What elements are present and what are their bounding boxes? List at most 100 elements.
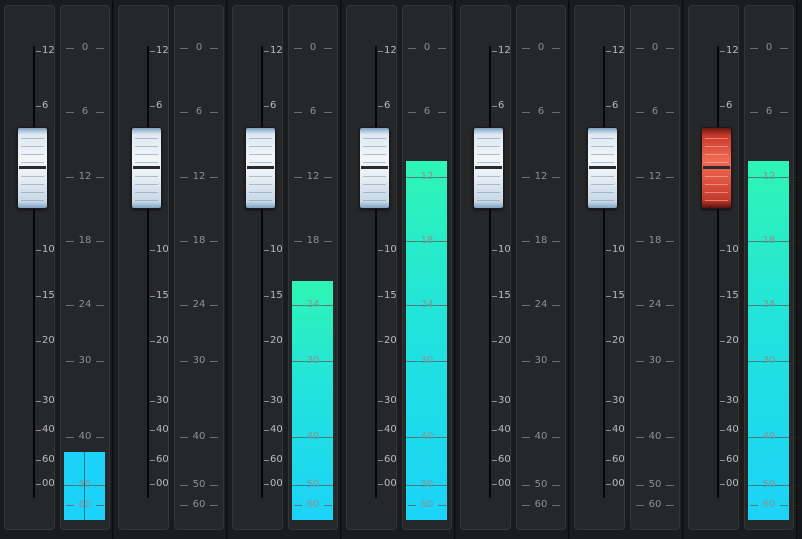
meter-scale-label: 6 bbox=[309, 106, 317, 117]
fader-track[interactable] bbox=[717, 46, 719, 498]
fader-track[interactable] bbox=[147, 46, 149, 498]
meter-scale-tick bbox=[438, 48, 446, 49]
meter-scale-tick bbox=[294, 177, 302, 178]
fader-scale-label: 12 bbox=[612, 45, 625, 56]
fader-scale-label: 00 bbox=[270, 478, 283, 489]
fader-scale-tick bbox=[36, 106, 41, 107]
channel-strip: 12605101520304060000612182430405060 bbox=[114, 0, 227, 539]
meter-scale-label: 50 bbox=[78, 479, 92, 490]
fader-cap-groove bbox=[477, 154, 500, 155]
meter-scale-label: 24 bbox=[762, 299, 776, 310]
meter-scale-tick bbox=[324, 48, 332, 49]
fader-cap-groove bbox=[477, 138, 500, 139]
fader-cap-groove bbox=[477, 200, 500, 201]
fader-panel: 1260510152030406000 bbox=[232, 5, 283, 530]
meter-scale-label: 12 bbox=[420, 171, 434, 182]
fader-scale-tick bbox=[150, 401, 155, 402]
fader-scale-tick bbox=[720, 106, 725, 107]
meter-scale-tick bbox=[750, 177, 758, 178]
meter-scale-label: 24 bbox=[648, 299, 662, 310]
fader-scale-label: 40 bbox=[270, 424, 283, 435]
fader-scale-tick bbox=[492, 401, 497, 402]
fader-track[interactable] bbox=[375, 46, 377, 498]
meter-scale-tick bbox=[324, 437, 332, 438]
fader-cap-groove bbox=[363, 192, 386, 193]
meter-scale-label: 60 bbox=[306, 499, 320, 510]
fader-track[interactable] bbox=[603, 46, 605, 498]
meter-scale-tick bbox=[438, 177, 446, 178]
meter-scale-label: 24 bbox=[78, 299, 92, 310]
meter-scale-tick bbox=[408, 112, 416, 113]
meter-scale-tick bbox=[324, 177, 332, 178]
fader-scale-label: 6 bbox=[270, 100, 277, 111]
fader-handle-icon[interactable] bbox=[245, 127, 276, 209]
fader-cap-groove bbox=[477, 184, 500, 185]
meter-level-bar bbox=[748, 161, 789, 520]
fader-handle-icon[interactable] bbox=[701, 127, 732, 209]
fader-cap-center-line bbox=[133, 166, 160, 169]
meter-scale-label: 24 bbox=[534, 299, 548, 310]
fader-scale-tick bbox=[150, 296, 155, 297]
fader-cap-center-line bbox=[361, 166, 388, 169]
fader-scale-tick bbox=[264, 250, 269, 251]
meter-scale-tick bbox=[636, 112, 644, 113]
channel-strip: 12605101520304060000612182430405060 bbox=[228, 0, 341, 539]
level-meter: 0 6 12 18 24 30 40 50 60 bbox=[288, 5, 338, 530]
meter-scale-tick bbox=[180, 305, 188, 306]
fader-scale-label: 10 bbox=[270, 244, 283, 255]
meter-scale-tick bbox=[636, 361, 644, 362]
fader-scale-label: 6 bbox=[384, 100, 391, 111]
fader-cap-groove bbox=[477, 176, 500, 177]
meter-scale-tick bbox=[666, 177, 674, 178]
fader-handle-icon[interactable] bbox=[359, 127, 390, 209]
meter-scale-tick bbox=[324, 485, 332, 486]
fader-cap-groove bbox=[591, 138, 614, 139]
fader-cap-groove bbox=[591, 184, 614, 185]
meter-scale-tick bbox=[636, 177, 644, 178]
fader-scale-tick bbox=[378, 460, 383, 461]
meter-scale-tick bbox=[438, 361, 446, 362]
fader-handle-icon[interactable] bbox=[473, 127, 504, 209]
fader-scale-label: 30 bbox=[612, 395, 625, 406]
meter-scale-label: 50 bbox=[192, 479, 206, 490]
fader-scale-label: 10 bbox=[498, 244, 511, 255]
fader-scale-label: 10 bbox=[726, 244, 739, 255]
fader-track[interactable] bbox=[489, 46, 491, 498]
fader-track[interactable] bbox=[261, 46, 263, 498]
fader-handle-icon[interactable] bbox=[131, 127, 162, 209]
fader-scale-label: 60 bbox=[498, 454, 511, 465]
fader-panel: 1260510152030406000 bbox=[460, 5, 511, 530]
meter-scale-tick bbox=[408, 485, 416, 486]
meter-scale-label: 0 bbox=[651, 42, 659, 53]
meter-scale-tick bbox=[210, 177, 218, 178]
fader-scale-tick bbox=[606, 430, 611, 431]
meter-scale-tick bbox=[96, 505, 104, 506]
meter-scale-tick bbox=[552, 305, 560, 306]
fader-scale-label: 30 bbox=[726, 395, 739, 406]
meter-scale-label: 12 bbox=[306, 171, 320, 182]
meter-scale-label: 12 bbox=[534, 171, 548, 182]
fader-scale-label: 60 bbox=[612, 454, 625, 465]
fader-scale-tick bbox=[378, 341, 383, 342]
meter-scale-label: 12 bbox=[192, 171, 206, 182]
fader-scale-label: 60 bbox=[726, 454, 739, 465]
meter-scale-tick bbox=[666, 305, 674, 306]
fader-scale-label: 30 bbox=[498, 395, 511, 406]
meter-scale-tick bbox=[294, 305, 302, 306]
meter-scale-tick bbox=[66, 241, 74, 242]
fader-scale-label: 10 bbox=[612, 244, 625, 255]
meter-scale-tick bbox=[750, 48, 758, 49]
meter-scale-tick bbox=[66, 112, 74, 113]
fader-cap-groove bbox=[477, 146, 500, 147]
fader-handle-icon[interactable] bbox=[17, 127, 48, 209]
fader-scale-tick bbox=[378, 296, 383, 297]
meter-scale-label: 0 bbox=[765, 42, 773, 53]
meter-scale-label: 18 bbox=[78, 235, 92, 246]
fader-scale-tick bbox=[606, 401, 611, 402]
meter-scale-tick bbox=[408, 177, 416, 178]
fader-scale-label: 60 bbox=[384, 454, 397, 465]
meter-scale-tick bbox=[66, 48, 74, 49]
fader-track[interactable] bbox=[33, 46, 35, 498]
fader-handle-icon[interactable] bbox=[587, 127, 618, 209]
fader-scale-tick bbox=[264, 430, 269, 431]
